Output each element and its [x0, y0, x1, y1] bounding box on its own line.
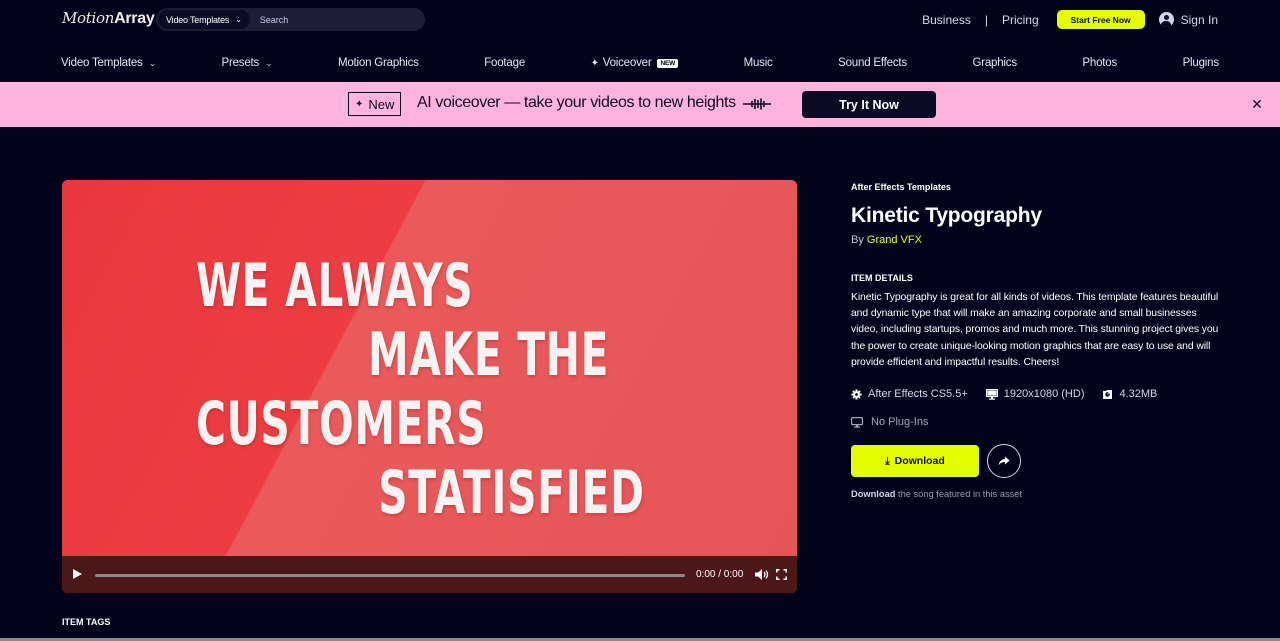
soundwave-icon	[743, 98, 771, 110]
frame-line: STATISFIED	[378, 458, 645, 528]
business-link[interactable]: Business	[922, 13, 971, 27]
link-separator: |	[984, 12, 988, 27]
nav-motion-graphics[interactable]: Motion Graphics	[338, 57, 419, 69]
promo-text: AI voiceover — take your videos to new h…	[417, 94, 736, 111]
video-frame-text: WE ALWAYS MAKE THE CUSTOMERS STATISFIED	[62, 180, 644, 556]
item-specs: After Effects CS5.5+ 1920x1080 (HD) 4.32…	[851, 388, 1231, 400]
item-byline: By Grand VFX	[851, 234, 1231, 246]
monitor-icon	[851, 416, 863, 428]
plugins-info: No Plug-Ins	[851, 416, 1231, 428]
spec-software: After Effects CS5.5+	[851, 388, 968, 400]
nav-music[interactable]: Music	[744, 57, 773, 69]
chevron-down-icon: ⌄	[265, 57, 273, 68]
song-note-text: the song featured in this asset	[895, 489, 1023, 500]
nav-label: Sound Effects	[838, 57, 907, 69]
search-category-dropdown[interactable]: Video Templates ⌄	[158, 10, 250, 29]
nav-label: Music	[743, 57, 773, 69]
video-controls: 0:00 / 0:00	[62, 556, 797, 593]
search-bar: Video Templates ⌄	[156, 8, 425, 31]
frame-line: CUSTOMERS	[195, 389, 487, 459]
pricing-link[interactable]: Pricing	[1002, 13, 1039, 27]
nav-voiceover[interactable]: ✦ Voiceover NEW	[590, 57, 679, 69]
sign-in-link[interactable]: Sign In	[1158, 12, 1218, 27]
download-button[interactable]: ⤓ Download	[851, 445, 979, 478]
nav-label: Graphics	[972, 57, 1017, 69]
top-header: MotionArray Video Templates ⌄ Business |…	[0, 0, 1280, 40]
search-category-label: Video Templates	[166, 14, 230, 25]
item-title: Kinetic Typography	[851, 204, 1042, 227]
play-icon[interactable]	[73, 569, 82, 579]
sparkle-icon: ✦	[590, 57, 599, 69]
nav-video-templates[interactable]: Video Templates ⌄	[61, 57, 156, 69]
nav-presets[interactable]: Presets ⌄	[221, 57, 272, 69]
sparkle-icon: ✦	[355, 98, 364, 110]
download-label: Download	[894, 455, 945, 468]
spec-size-label: 4.32MB	[1119, 388, 1158, 401]
item-category[interactable]: After Effects Templates	[851, 182, 1231, 192]
motionarray-logo[interactable]: MotionArray	[62, 9, 155, 28]
nav-photos[interactable]: Photos	[1082, 57, 1117, 69]
by-label: By	[851, 234, 864, 246]
time-display: 0:00 / 0:00	[696, 569, 744, 580]
try-it-now-button[interactable]: Try It Now	[802, 91, 936, 118]
download-icon: ⤓	[885, 455, 890, 467]
close-icon[interactable]: ✕	[1250, 97, 1264, 111]
user-icon	[1158, 12, 1174, 27]
nav-label: Motion Graphics	[337, 57, 419, 69]
nav-label: Presets	[221, 57, 260, 69]
file-size-icon	[1103, 389, 1113, 399]
gear-icon	[851, 388, 862, 400]
chevron-down-icon: ⌄	[148, 57, 157, 68]
nav-footage[interactable]: Footage	[484, 57, 525, 69]
song-download-link[interactable]: Download	[851, 489, 895, 499]
volume-icon[interactable]	[754, 568, 770, 581]
logo-array: Array	[114, 10, 155, 27]
spec-software-label: After Effects CS5.5+	[868, 388, 968, 401]
spec-size: 4.32MB	[1102, 388, 1157, 400]
author-link[interactable]: Grand VFX	[867, 234, 922, 246]
nav-label: Photos	[1082, 57, 1118, 69]
nav-plugins[interactable]: Plugins	[1182, 57, 1220, 69]
share-button[interactable]	[987, 444, 1021, 479]
fullscreen-icon[interactable]	[776, 569, 787, 580]
spec-resolution: 1920x1080 (HD)	[985, 388, 1085, 401]
item-details-panel: After Effects Templates Kinetic Typograp…	[851, 180, 1231, 499]
new-badge: NEW	[657, 58, 679, 68]
chevron-down-icon: ⌄	[235, 15, 242, 24]
start-free-now-button[interactable]: Start Free Now	[1056, 10, 1145, 29]
spec-resolution-label: 1920x1080 (HD)	[1003, 388, 1085, 401]
frame-line: MAKE THE	[368, 320, 610, 390]
sign-in-label: Sign In	[1180, 12, 1218, 27]
nav-label: Footage	[484, 57, 526, 69]
header-links: Business | Pricing Start Free Now Sign I…	[922, 9, 1218, 30]
nav-label: Plugins	[1182, 57, 1220, 69]
promo-banner: ✦ New AI voiceover — take your videos to…	[0, 82, 1280, 127]
nav-label: Voiceover	[602, 57, 652, 69]
item-tags-heading: ITEM TAGS	[62, 617, 111, 627]
nav-graphics[interactable]: Graphics	[972, 57, 1017, 69]
item-details-heading: ITEM DETAILS	[851, 273, 913, 283]
monitor-icon	[985, 388, 998, 400]
share-arrow-icon	[998, 456, 1010, 466]
search-input[interactable]	[259, 14, 410, 25]
video-player[interactable]: WE ALWAYS MAKE THE CUSTOMERS STATISFIED …	[62, 180, 797, 593]
nav-label: Video Templates	[61, 57, 143, 69]
plugins-label: No Plug-Ins	[871, 416, 929, 429]
promo-new-badge: ✦ New	[348, 92, 402, 116]
song-note: Download the song featured in this asset	[851, 489, 1231, 499]
promo-badge-label: New	[368, 96, 395, 112]
frame-line: WE ALWAYS	[195, 251, 474, 321]
category-nav: Video Templates ⌄ Presets ⌄ Motion Graph…	[61, 52, 1219, 74]
item-actions: ⤓ Download	[851, 444, 1231, 479]
logo-motion: Motion	[62, 9, 115, 27]
progress-slider[interactable]	[95, 574, 685, 577]
nav-sound-effects[interactable]: Sound Effects	[838, 57, 907, 69]
item-description: Kinetic Typography is great for all kind…	[851, 292, 1219, 368]
